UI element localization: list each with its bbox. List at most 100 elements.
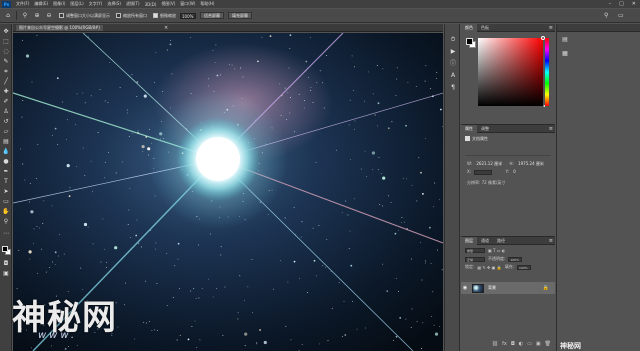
menu-help[interactable]: 帮助(H) (200, 1, 214, 7)
document-tab[interactable]: 图片来自公众号星空摄影 @ 100%(RGB/8#) (16, 25, 103, 31)
tab-color[interactable]: 颜色 (461, 23, 477, 32)
star (166, 49, 168, 51)
pen-tool-icon[interactable]: ✒ (2, 168, 10, 176)
tab-paths[interactable]: 路径 (493, 237, 509, 245)
home-icon[interactable]: ⌂ (4, 12, 12, 20)
new-layer-icon[interactable]: ▣ (536, 341, 541, 347)
history-panel-icon[interactable]: ⏱ (449, 36, 457, 44)
gradient-tool-icon[interactable]: ▤ (2, 138, 10, 146)
zoom-level-field[interactable]: 100% (180, 12, 196, 19)
move-tool-icon[interactable]: ✥ (2, 28, 10, 36)
tab-properties[interactable]: 属性 (461, 124, 477, 133)
star (52, 261, 53, 263)
y-value[interactable]: 0 (513, 169, 516, 174)
workspace-icon[interactable]: ▭ (618, 12, 626, 20)
star (240, 67, 241, 69)
width-value[interactable]: 2621.12 厘米 (476, 161, 502, 167)
star (299, 277, 300, 279)
foreground-color-swatch[interactable] (2, 246, 8, 252)
minimize-button[interactable]: – (609, 1, 612, 7)
history-brush-tool-icon[interactable]: ↺ (2, 118, 10, 126)
tab-swatches[interactable]: 色板 (477, 24, 493, 32)
panel-menu-icon[interactable]: ≡ (549, 126, 553, 132)
menu-filter[interactable]: 滤镜(T) (126, 1, 140, 7)
rectangle-tool-icon[interactable]: ▭ (2, 198, 10, 206)
fill-screen-button[interactable]: 填充屏幕 (228, 12, 252, 19)
quick-mask-icon[interactable]: ◘ (2, 260, 10, 268)
zoom-out-icon[interactable]: ⊖ (45, 12, 53, 20)
mask-icon[interactable]: ◘ (511, 341, 515, 347)
brush-tool-icon[interactable]: ✐ (2, 98, 10, 106)
zoom-in-icon[interactable]: ⊕ (33, 12, 41, 20)
type-tool-icon[interactable]: T (2, 178, 10, 186)
hue-slider-marker-icon[interactable]: ◂ (543, 103, 545, 108)
visibility-eye-icon[interactable]: ◉ (461, 285, 469, 291)
maximize-button[interactable]: □ (619, 1, 624, 7)
path-select-tool-icon[interactable]: ➤ (2, 188, 10, 196)
layer-row-background[interactable]: ◉ 背景 🔒 (461, 282, 555, 294)
blend-mode-select[interactable]: 正常 (465, 256, 485, 262)
delete-layer-icon[interactable]: 🗑 (545, 341, 551, 347)
paragraph-panel-icon[interactable]: ¶ (449, 84, 457, 92)
menu-type[interactable]: 文字(Y) (89, 1, 103, 7)
zoom-tool-icon[interactable]: ⚲ (2, 218, 10, 226)
search-icon[interactable]: ⚲ (604, 12, 612, 20)
dodge-tool-icon[interactable]: ● (2, 158, 10, 166)
character-panel-icon[interactable]: A (449, 72, 457, 80)
resize-windows-checkbox[interactable] (59, 13, 64, 18)
menu-file[interactable]: 文件(F) (16, 1, 29, 7)
blur-tool-icon[interactable]: 💧 (2, 148, 10, 156)
close-button[interactable]: ✕ (632, 1, 636, 7)
fit-screen-button[interactable]: 适合屏幕 (200, 12, 224, 19)
screen-mode-icon[interactable]: ▣ (2, 270, 10, 278)
eraser-tool-icon[interactable]: ▱ (2, 128, 10, 136)
actions-panel-icon[interactable]: ▶ (449, 48, 457, 56)
menu-image[interactable]: 图像(I) (53, 1, 65, 7)
info-panel-icon[interactable]: ⓘ (449, 60, 457, 68)
panel-menu-icon[interactable]: ≡ (549, 25, 553, 31)
color-foreground-swatch[interactable] (466, 38, 473, 45)
marquee-tool-icon[interactable]: ⬚ (2, 38, 10, 46)
tab-layers[interactable]: 图层 (461, 236, 477, 245)
fill-field[interactable]: 100% (517, 264, 532, 270)
quick-select-tool-icon[interactable]: ✎ (2, 58, 10, 66)
opacity-field[interactable]: 100% (508, 256, 523, 262)
zoom-all-windows-checkbox[interactable] (116, 13, 121, 18)
color-picker-field[interactable] (478, 38, 543, 106)
menu-layer[interactable]: 图层(L) (70, 1, 83, 7)
hand-tool-icon[interactable]: ✋ (2, 208, 10, 216)
menu-3d[interactable]: 3D(D) (145, 2, 157, 7)
star (301, 343, 303, 345)
new-group-icon[interactable]: ▭ (527, 341, 532, 347)
panel-menu-icon[interactable]: ≡ (549, 238, 553, 244)
filter-icons[interactable]: ▣ T ▭ ◐ (488, 248, 505, 253)
more-tools-icon[interactable]: ⋯ (2, 230, 10, 238)
libraries-panel-icon[interactable]: ▦ (561, 50, 569, 58)
clone-stamp-tool-icon[interactable]: ♙ (2, 108, 10, 116)
eyedropper-tool-icon[interactable]: ╱ (2, 78, 10, 86)
adjustment-icon[interactable]: ◐ (519, 341, 523, 347)
lasso-tool-icon[interactable]: ◌ (2, 48, 10, 56)
star (280, 114, 282, 116)
tab-channels[interactable]: 通道 (477, 237, 493, 245)
healing-brush-tool-icon[interactable]: ✚ (2, 88, 10, 96)
tab-adjustments[interactable]: 调整 (477, 125, 493, 133)
fx-icon[interactable]: fx (502, 341, 507, 347)
menu-select[interactable]: 选择(S) (107, 1, 121, 7)
menu-edit[interactable]: 编辑(E) (34, 1, 48, 7)
close-tab-icon[interactable]: × (164, 25, 168, 31)
bright-star-core (196, 137, 240, 181)
lock-icons[interactable]: ▦ ✎ ✥ ▣ 🔒 (477, 265, 501, 270)
x-field[interactable] (474, 169, 493, 175)
menu-view[interactable]: 视图(V) (161, 1, 175, 7)
learn-panel-icon[interactable]: ▤ (561, 36, 569, 44)
crop-tool-icon[interactable]: ⌗ (2, 68, 10, 76)
height-value[interactable]: 1975.24 厘米 (518, 161, 544, 167)
zoom-icon[interactable]: ⚲ (21, 12, 29, 20)
hue-slider[interactable] (545, 38, 549, 106)
menu-window[interactable]: 窗口(W) (180, 1, 195, 7)
scrubby-zoom-checkbox[interactable] (153, 13, 158, 18)
layer-kind-select[interactable]: 类型 (465, 248, 485, 253)
link-layers-icon[interactable]: ⛓ (492, 341, 498, 347)
star (69, 187, 71, 189)
